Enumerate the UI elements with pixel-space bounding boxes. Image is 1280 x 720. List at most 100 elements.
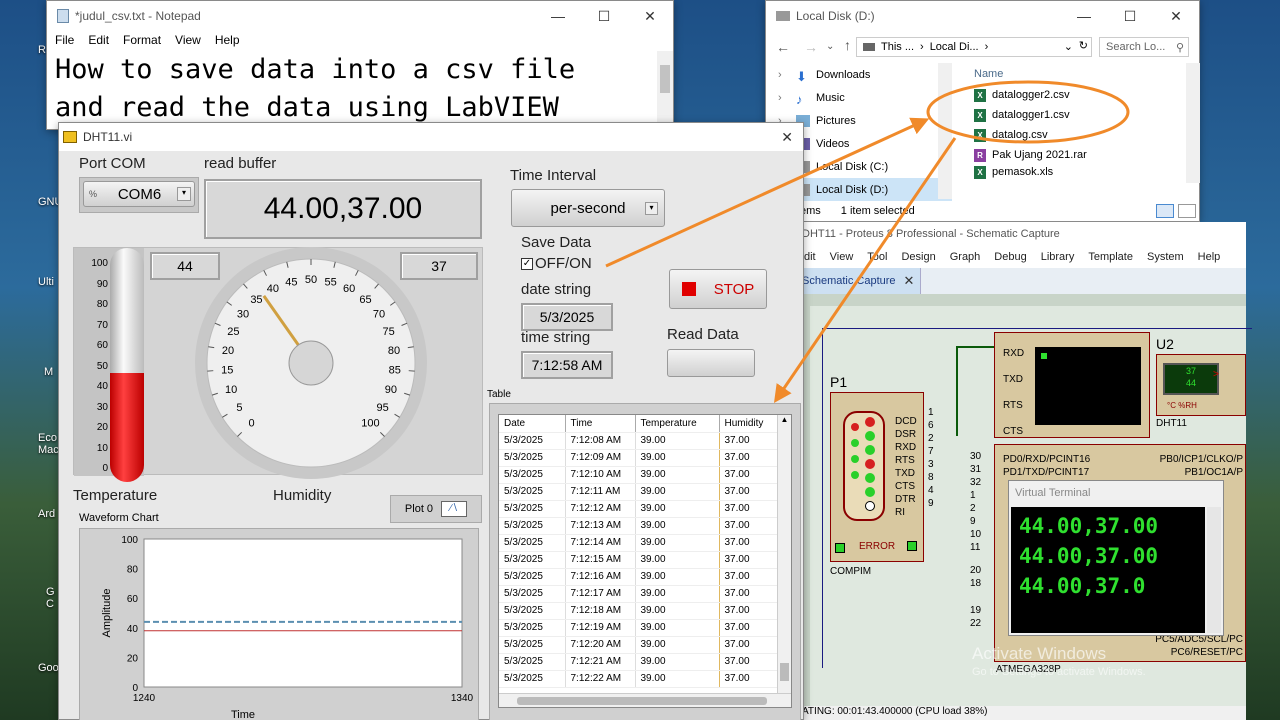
chevron-down-icon[interactable]: ▾ bbox=[645, 202, 658, 215]
labview-titlebar[interactable]: DHT11.vi ✕ bbox=[59, 123, 803, 151]
file-list: Name Xdatalogger2.csv Xdatalogger1.csv X… bbox=[962, 63, 1184, 179]
breadcrumb[interactable]: This ... bbox=[881, 41, 914, 53]
table-row[interactable]: 5/3/2025 7:12:19 AM 39.00 37.00 bbox=[499, 619, 777, 637]
close-icon[interactable]: ✕ bbox=[627, 1, 673, 31]
maximize-icon[interactable]: ☐ bbox=[581, 1, 627, 31]
compim-component[interactable]: DCD DSR RXD RTS TXD CTS DTR RI ERROR bbox=[830, 392, 924, 562]
table-row[interactable]: 5/3/2025 7:12:20 AM 39.00 37.00 bbox=[499, 636, 777, 654]
notepad-scrollbar[interactable] bbox=[657, 51, 673, 129]
table-vertical-scrollbar[interactable]: ▲ bbox=[777, 415, 791, 695]
data-table[interactable]: Date Time Temperature Humidity 5/3/2025 7… bbox=[498, 414, 792, 708]
maximize-icon[interactable]: ☐ bbox=[1107, 1, 1153, 31]
menu-item[interactable]: Design bbox=[901, 251, 935, 263]
checkbox-icon[interactable]: ✓ bbox=[521, 257, 533, 270]
chevron-down-icon[interactable]: ⌄ bbox=[1064, 40, 1073, 53]
table-cell: 37.00 bbox=[719, 602, 777, 620]
menu-help[interactable]: Help bbox=[215, 33, 240, 47]
close-icon[interactable]: ✕ bbox=[1153, 1, 1199, 31]
dht11-component[interactable]: 37 44 > °C %RH bbox=[1156, 354, 1246, 416]
nav-scrollbar[interactable] bbox=[938, 63, 952, 199]
table-row[interactable]: 5/3/2025 7:12:22 AM 39.00 37.00 bbox=[499, 670, 777, 688]
file-row[interactable]: Xdatalog.csv bbox=[962, 125, 1184, 145]
menu-item[interactable]: dit bbox=[804, 251, 816, 263]
menu-item[interactable]: System bbox=[1147, 251, 1184, 263]
table-row[interactable]: 5/3/2025 7:12:09 AM 39.00 37.00 bbox=[499, 449, 777, 467]
notepad-window[interactable]: *judul_csv.txt - Notepad — ☐ ✕ File Edit… bbox=[46, 0, 674, 130]
desktop-icon-label[interactable]: M bbox=[44, 366, 53, 378]
menu-item[interactable]: Graph bbox=[950, 251, 981, 263]
table-row[interactable]: 5/3/2025 7:12:18 AM 39.00 37.00 bbox=[499, 602, 777, 620]
tab-schematic-capture[interactable]: Schematic Capture ✕ bbox=[800, 268, 922, 294]
close-icon[interactable]: ✕ bbox=[781, 129, 793, 146]
table-row[interactable]: 5/3/2025 7:12:10 AM 39.00 37.00 bbox=[499, 466, 777, 484]
chevron-down-icon[interactable]: ⌄ bbox=[826, 41, 834, 52]
up-arrow-icon[interactable]: ↑ bbox=[844, 37, 851, 53]
nav-item[interactable]: › ♪ Music bbox=[766, 86, 952, 109]
search-input[interactable]: Search Lo... ⚲ bbox=[1099, 37, 1189, 57]
file-row[interactable]: Xdatalogger2.csv bbox=[962, 85, 1184, 105]
minimize-icon[interactable]: — bbox=[1061, 1, 1107, 31]
menu-item[interactable]: Template bbox=[1088, 251, 1133, 263]
virtual-terminal-component[interactable]: RXD TXD RTS CTS bbox=[994, 332, 1150, 438]
table-row[interactable]: 5/3/2025 7:12:12 AM 39.00 37.00 bbox=[499, 500, 777, 518]
labview-window[interactable]: DHT11.vi ✕ Port COM % COM6 ▾ read buffer… bbox=[58, 122, 804, 720]
plot-area[interactable] bbox=[143, 538, 463, 688]
desktop-icon-label[interactable]: Goo bbox=[38, 662, 59, 674]
menu-item[interactable]: Help bbox=[1198, 251, 1221, 263]
time-interval-selector[interactable]: per-second ▾ bbox=[511, 189, 665, 227]
menu-format[interactable]: Format bbox=[123, 33, 161, 47]
menu-edit[interactable]: Edit bbox=[88, 33, 109, 47]
plot-legend-label: Plot 0 bbox=[404, 503, 434, 515]
file-row[interactable]: R Pak Ujang 2021.rar bbox=[962, 145, 1184, 165]
file-row[interactable]: Xdatalogger1.csv bbox=[962, 105, 1184, 125]
desktop-icon-label[interactable]: R bbox=[38, 44, 46, 56]
menu-item[interactable]: Library bbox=[1041, 251, 1075, 263]
address-bar[interactable]: This ... › Local Di... › ⌄ ↻ bbox=[856, 37, 1092, 57]
menu-view[interactable]: View bbox=[175, 33, 201, 47]
menu-item[interactable]: Debug bbox=[994, 251, 1026, 263]
minimize-icon[interactable]: — bbox=[535, 1, 581, 31]
menu-item[interactable]: Tool bbox=[867, 251, 887, 263]
table-horizontal-scrollbar[interactable] bbox=[499, 693, 791, 707]
table-row[interactable]: 5/3/2025 7:12:17 AM 39.00 37.00 bbox=[499, 585, 777, 603]
terminal-scrollbar[interactable] bbox=[1207, 507, 1221, 633]
notepad-text-area[interactable]: How to save data into a csv file and read… bbox=[47, 49, 673, 129]
breadcrumb[interactable]: Local Di... bbox=[930, 41, 979, 53]
explorer-window[interactable]: Local Disk (D:) — ☐ ✕ ← → ⌄ ↑ This ... › … bbox=[765, 0, 1200, 222]
virtual-terminal-output[interactable]: 44.00,37.00 44.00,37.00 44.00,37.0 bbox=[1011, 507, 1205, 633]
table-row[interactable]: 5/3/2025 7:12:11 AM 39.00 37.00 bbox=[499, 483, 777, 501]
waveform-chart[interactable]: 0204060801001240 1340AmplitudeTime bbox=[80, 529, 478, 720]
mcu-pin-numbers: 19 22 bbox=[970, 605, 982, 629]
plot-legend[interactable]: Plot 0 ∕∖ bbox=[390, 495, 482, 523]
stop-button[interactable]: STOP bbox=[669, 269, 767, 309]
table-frame: Date Time Temperature Humidity 5/3/2025 7… bbox=[489, 403, 801, 720]
read-data-button[interactable] bbox=[667, 349, 755, 377]
desktop-icon-label[interactable]: Ulti bbox=[38, 276, 54, 288]
nav-item[interactable]: › ⬇ Downloads bbox=[766, 63, 952, 86]
menu-file[interactable]: File bbox=[55, 33, 74, 47]
table-row[interactable]: 5/3/2025 7:12:08 AM 39.00 37.00 bbox=[499, 432, 777, 450]
port-com-selector[interactable]: % COM6 ▾ bbox=[83, 181, 195, 207]
file-row[interactable]: Xpemasok.xls bbox=[962, 165, 1184, 179]
table-row[interactable]: 5/3/2025 7:12:16 AM 39.00 37.00 bbox=[499, 568, 777, 586]
details-view-icon[interactable] bbox=[1156, 204, 1174, 218]
close-icon[interactable]: ✕ bbox=[904, 273, 915, 289]
table-row[interactable]: 5/3/2025 7:12:13 AM 39.00 37.00 bbox=[499, 517, 777, 535]
menu-item[interactable]: View bbox=[830, 251, 854, 263]
table-row[interactable]: 5/3/2025 7:12:14 AM 39.00 37.00 bbox=[499, 534, 777, 552]
back-arrow-icon[interactable]: ← bbox=[776, 39, 790, 55]
save-data-toggle[interactable]: ✓ OFF/ON bbox=[521, 255, 592, 272]
tiles-view-icon[interactable] bbox=[1178, 204, 1196, 218]
table-row[interactable]: 5/3/2025 7:12:21 AM 39.00 37.00 bbox=[499, 653, 777, 671]
virtual-terminal-window[interactable]: Virtual Terminal 44.00,37.00 44.00,37.00… bbox=[1008, 480, 1224, 636]
table-row[interactable]: 5/3/2025 7:12:15 AM 39.00 37.00 bbox=[499, 551, 777, 569]
file-scrollbar[interactable] bbox=[1186, 63, 1200, 183]
desktop-icon-label[interactable]: Ard bbox=[38, 508, 55, 520]
nav-label: Local Disk (C:) bbox=[816, 160, 889, 173]
proteus-window[interactable]: DHT11 - Proteus 8 Professional - Schemat… bbox=[800, 222, 1252, 720]
forward-arrow-icon[interactable]: → bbox=[804, 39, 818, 55]
refresh-icon[interactable]: ↻ bbox=[1079, 39, 1088, 52]
table-cell: 7:12:17 AM bbox=[565, 585, 636, 603]
column-header-name[interactable]: Name bbox=[962, 63, 1184, 85]
chevron-down-icon[interactable]: ▾ bbox=[177, 187, 191, 201]
